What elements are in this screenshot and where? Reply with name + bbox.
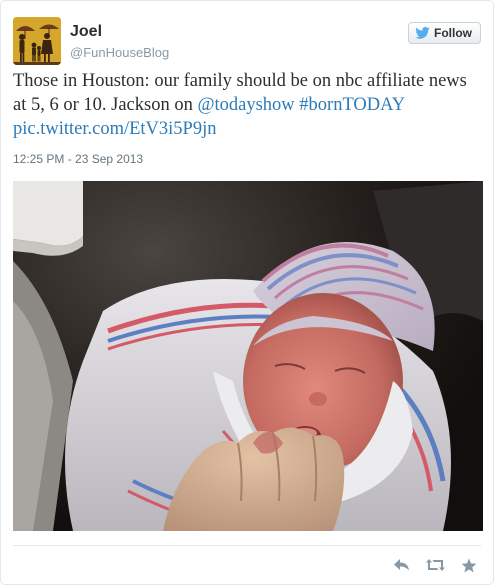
newborn-photo-image [13,181,483,531]
retweet-icon [425,559,445,571]
card-divider [13,545,481,546]
author-name[interactable]: Joel [70,23,102,41]
avatar-family-silhouette-icon [13,17,61,65]
avatar[interactable] [13,17,61,65]
follow-button-label: Follow [434,26,472,40]
tweet-photo[interactable] [13,181,483,531]
pic-link[interactable]: pic.twitter.com/EtV3i5P9jn [13,119,216,139]
tweet-timestamp[interactable]: 12:25 PM - 23 Sep 2013 [13,152,143,166]
favorite-button[interactable] [459,555,479,575]
tweet-actions [391,554,479,576]
reply-arrow-icon [393,559,409,571]
hashtag-link[interactable]: #bornTODAY [299,95,404,115]
tweet-text: Those in Houston: our family should be o… [13,69,483,141]
twitter-bird-icon [415,27,430,39]
tweet-header: Joel @FunHouseBlog Follow [13,17,481,65]
reply-button[interactable] [391,555,411,575]
embedded-tweet-card: Joel @FunHouseBlog Follow Those in Houst… [0,0,494,585]
star-icon [461,558,477,572]
author-handle[interactable]: @FunHouseBlog [70,45,169,60]
follow-button[interactable]: Follow [408,22,481,44]
mention-link[interactable]: @todayshow [197,95,294,115]
retweet-button[interactable] [425,555,445,575]
